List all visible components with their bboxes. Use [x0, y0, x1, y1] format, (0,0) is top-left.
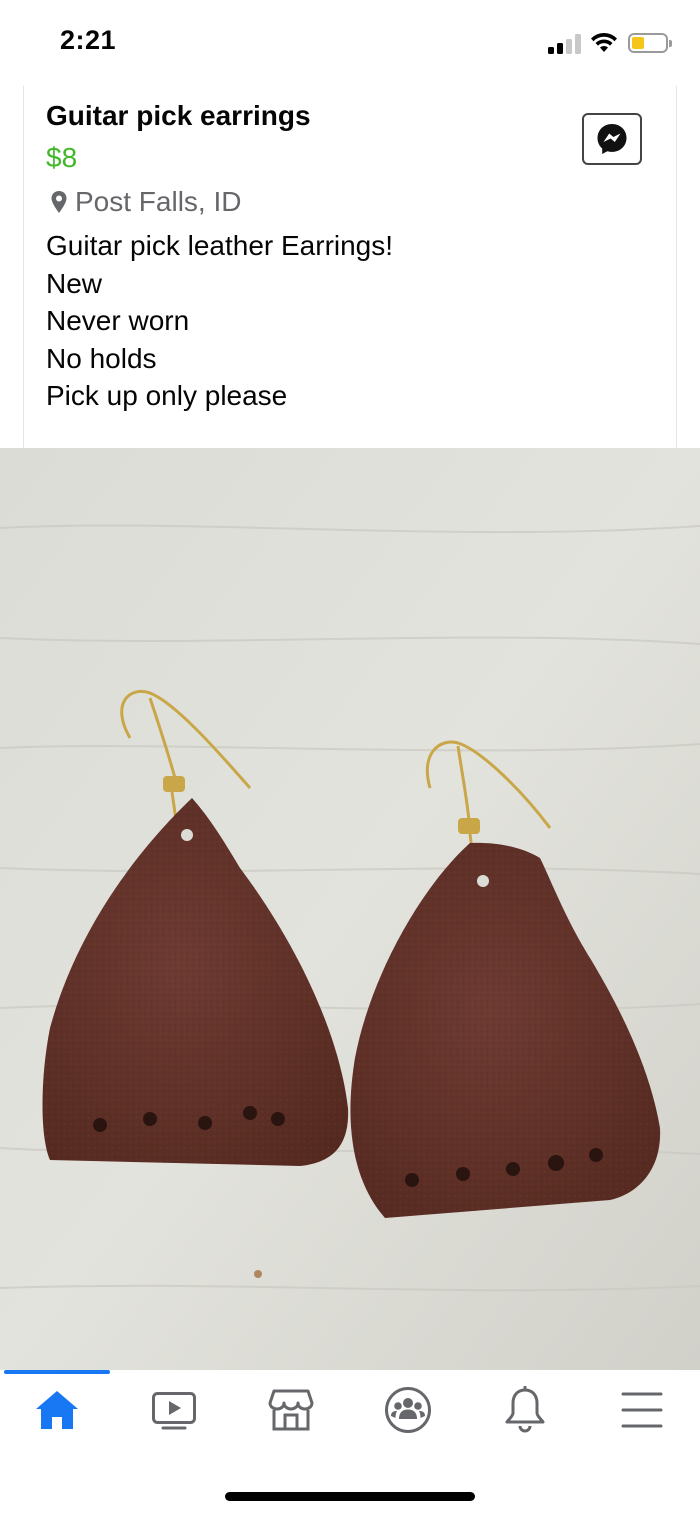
listing-location: Post Falls, ID	[50, 186, 241, 218]
marketplace-icon	[268, 1389, 314, 1431]
message-seller-button[interactable]	[582, 113, 642, 165]
description-line: Never worn	[46, 305, 190, 336]
home-icon	[36, 1391, 78, 1429]
description-line: New	[46, 267, 103, 299]
location-text: Post Falls, ID	[75, 186, 242, 217]
description-line: Pick up only please	[46, 380, 288, 411]
location-pin-icon	[51, 191, 67, 213]
battery-icon	[628, 33, 672, 53]
bottom-tab-bar	[0, 1370, 700, 1516]
listing-price: $8	[46, 142, 78, 173]
description-line: Guitar pick leather Earrings!	[46, 230, 394, 261]
tab-watch[interactable]	[144, 1384, 204, 1436]
leather-earrings-photo	[0, 448, 700, 1370]
status-bar: 2:21	[0, 0, 700, 86]
listing-card: Guitar pick earrings $8 Post Falls, ID G…	[23, 86, 677, 448]
groups-icon	[385, 1387, 431, 1433]
tab-home[interactable]	[27, 1384, 87, 1436]
tab-marketplace[interactable]	[261, 1384, 321, 1436]
active-tab-indicator	[4, 1370, 110, 1374]
tab-groups[interactable]	[378, 1384, 438, 1436]
watch-video-icon	[152, 1392, 196, 1430]
menu-icon	[621, 1392, 663, 1428]
tab-menu[interactable]	[612, 1384, 672, 1436]
home-indicator[interactable]	[225, 1492, 475, 1501]
listing-description: Guitar pick leather Earrings! New Never …	[46, 227, 393, 415]
cellular-signal-icon	[548, 34, 582, 54]
tab-notifications[interactable]	[495, 1384, 555, 1436]
messenger-icon	[597, 124, 627, 154]
listing-photo[interactable]	[0, 448, 700, 1370]
notifications-bell-icon	[505, 1386, 545, 1433]
description-line: No holds	[46, 342, 157, 374]
wifi-icon	[591, 32, 617, 52]
status-time: 2:21	[60, 25, 117, 55]
listing-title: Guitar pick earrings	[46, 100, 311, 131]
